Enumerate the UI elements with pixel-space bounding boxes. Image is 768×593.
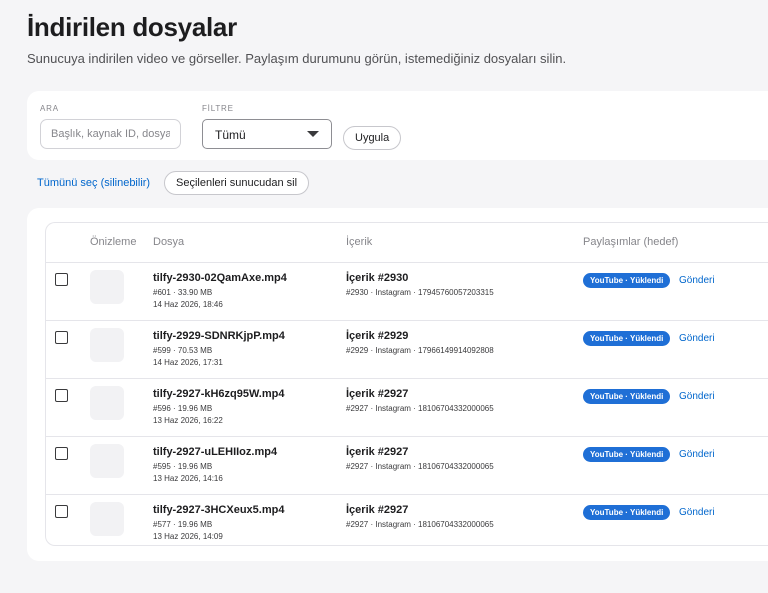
column-header-file: Dosya (153, 236, 185, 248)
row-checkbox[interactable] (55, 273, 68, 286)
status-badge: YouTube · Yüklendi (583, 331, 671, 346)
preview-thumbnail (90, 270, 124, 304)
post-link[interactable]: Gönderi (679, 331, 715, 346)
filter-select-value: Tümü (215, 128, 246, 142)
file-meta: #596 · 19.96 MB (153, 404, 213, 413)
file-date: 13 Haz 2026, 16:22 (153, 416, 223, 425)
content-meta: #2927 · Instagram · 18106704332000065 (346, 404, 494, 413)
table-row: tilfy-2930-02QamAxe.mp4 #601 · 33.90 MB 14… (46, 262, 768, 320)
status-badge: YouTube · Yüklendi (583, 389, 671, 404)
table-row: tilfy-2927-uLEHIIoz.mp4 #595 · 19.96 MB 13… (46, 436, 768, 494)
preview-thumbnail (90, 328, 124, 362)
filter-select[interactable]: Tümü (202, 119, 332, 149)
content-meta: #2927 · Instagram · 18106704332000065 (346, 462, 494, 471)
content-title: İçerik #2927 (346, 446, 409, 458)
table-row: tilfy-2929-SDNRKjpP.mp4 #599 · 70.53 MB 14… (46, 320, 768, 378)
table-row: tilfy-2927-3HCXeux5.mp4 #577 · 19.96 MB 13… (46, 494, 768, 552)
file-name: tilfy-2927-uLEHIIoz.mp4 (153, 446, 278, 458)
preview-thumbnail (90, 386, 124, 420)
status-badge: YouTube · Yüklendi (583, 273, 671, 288)
file-name: tilfy-2927-3HCXeux5.mp4 (153, 504, 285, 516)
file-date: 14 Haz 2026, 18:46 (153, 300, 223, 309)
search-label: ARA (40, 104, 59, 113)
page-title: İndirilen dosyalar (27, 12, 237, 42)
content-title: İçerik #2927 (346, 504, 409, 516)
file-name: tilfy-2927-kH6zq95W.mp4 (153, 388, 285, 400)
content-meta: #2927 · Instagram · 18106704332000065 (346, 520, 494, 529)
row-checkbox[interactable] (55, 331, 68, 344)
content-title: İçerik #2929 (346, 330, 409, 342)
row-checkbox[interactable] (55, 389, 68, 402)
file-name: tilfy-2929-SDNRKjpP.mp4 (153, 330, 285, 342)
column-header-shares: Paylaşımlar (hedef) (583, 236, 679, 248)
file-date: 13 Haz 2026, 14:09 (153, 532, 223, 541)
post-link[interactable]: Gönderi (679, 273, 715, 288)
content-meta: #2929 · Instagram · 17966149914092808 (346, 346, 494, 355)
post-link[interactable]: Gönderi (679, 447, 715, 462)
content-title: İçerik #2927 (346, 388, 409, 400)
post-link[interactable]: Gönderi (679, 505, 715, 520)
select-all-link[interactable]: Tümünü seç (silinebilir) (37, 177, 150, 189)
preview-thumbnail (90, 444, 124, 478)
file-name: tilfy-2930-02QamAxe.mp4 (153, 272, 287, 284)
page-subtitle: Sunucuya indirilen video ve görseller. P… (27, 51, 567, 66)
row-checkbox[interactable] (55, 447, 68, 460)
file-meta: #577 · 19.96 MB (153, 520, 213, 529)
column-header-preview: Önizleme (90, 236, 137, 248)
delete-selected-button[interactable]: Seçilenleri sunucudan sil (164, 171, 310, 195)
search-input[interactable] (40, 119, 181, 149)
file-meta: #601 · 33.90 MB (153, 288, 213, 297)
status-badge: YouTube · Yüklendi (583, 505, 671, 520)
files-table-card: Önizleme Dosya İçerik Paylaşımlar (hedef… (27, 208, 768, 561)
row-checkbox[interactable] (55, 505, 68, 518)
filter-panel: ARA FİLTRE Tümü Uygula (27, 91, 768, 160)
status-badge: YouTube · Yüklendi (583, 447, 671, 462)
content-meta: #2930 · Instagram · 17945760057203315 (346, 288, 494, 297)
preview-thumbnail (90, 502, 124, 536)
file-meta: #599 · 70.53 MB (153, 346, 213, 355)
content-title: İçerik #2930 (346, 272, 409, 284)
file-date: 13 Haz 2026, 14:16 (153, 474, 223, 483)
file-date: 14 Haz 2026, 17:31 (153, 358, 223, 367)
column-header-content: İçerik (346, 236, 373, 248)
file-meta: #595 · 19.96 MB (153, 462, 213, 471)
chevron-down-icon (307, 131, 319, 137)
filter-label: FİLTRE (202, 104, 234, 113)
table-row: tilfy-2927-kH6zq95W.mp4 #596 · 19.96 MB 13… (46, 378, 768, 436)
apply-button[interactable]: Uygula (343, 126, 402, 150)
post-link[interactable]: Gönderi (679, 389, 715, 404)
files-table: Önizleme Dosya İçerik Paylaşımlar (hedef… (45, 222, 768, 546)
